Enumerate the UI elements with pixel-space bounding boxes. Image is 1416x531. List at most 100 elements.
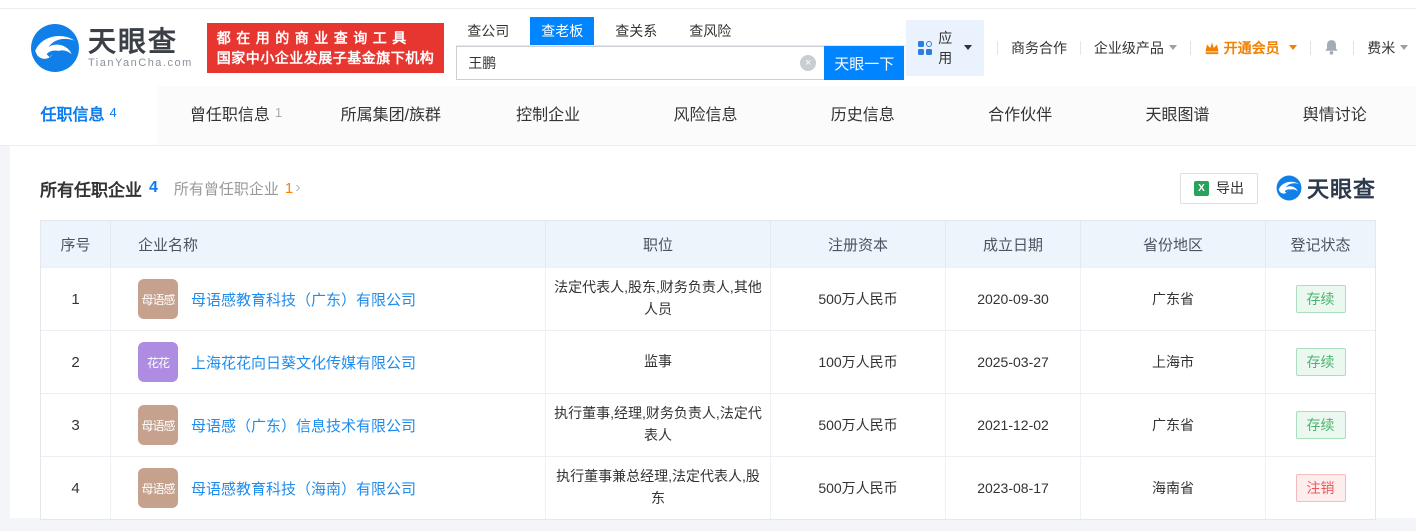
cell-company: 母语感 母语感（广东）信息技术有限公司 — [111, 394, 546, 456]
position-text: 法定代表人,股东,财务负责人,其他人员 — [554, 279, 762, 317]
crown-icon — [1205, 42, 1219, 54]
page-tabs: 任职信息 4 曾任职信息 1 所属集团/族群 控制企业 风险信息 历史信息 合作伙伴… — [0, 86, 1416, 146]
former-positions-link[interactable]: 所有曾任职企业 1 › — [174, 178, 301, 199]
divider — [1080, 40, 1081, 55]
search-tab[interactable]: 查公司 — [456, 17, 520, 45]
cell-index: 1 — [41, 268, 111, 330]
section-title-count: 4 — [149, 179, 158, 196]
cell-region: 广东省 — [1081, 268, 1266, 330]
chevron-right-icon: › — [295, 179, 301, 196]
chevron-down-icon — [1168, 45, 1177, 50]
username: 费米 — [1367, 39, 1396, 56]
page-tab[interactable]: 任职信息 4 — [0, 86, 158, 145]
company-logo: 母语感 — [138, 405, 178, 445]
column-header: 企业名称 — [111, 221, 546, 267]
table-body: 1 母语感 母语感教育科技（广东）有限公司 法定代表人,股东,财务负责人,其他人… — [41, 267, 1375, 519]
page-tab-label: 风险信息 — [673, 107, 738, 124]
former-positions-count: 1 — [284, 179, 294, 197]
apps-button[interactable]: 应用 — [906, 19, 985, 76]
position-text: 执行董事,经理,财务负责人,法定代表人 — [554, 405, 762, 443]
page-tab[interactable]: 历史信息 — [787, 86, 944, 145]
cell-region: 上海市 — [1081, 331, 1266, 393]
page-tab-label: 天眼图谱 — [1145, 107, 1210, 124]
nav-business-cooperation[interactable]: 商务合作 — [1011, 38, 1067, 58]
brand-text: 天眼查 TianYanCha.com — [88, 25, 193, 69]
position-text: 执行董事兼总经理,法定代表人,股东 — [556, 468, 760, 506]
company-logo: 母语感 — [138, 279, 178, 319]
cell-capital: 500万人民币 — [771, 457, 946, 519]
nav-open-membership[interactable]: 开通会员 — [1204, 38, 1297, 58]
cell-status: 存续 — [1266, 268, 1375, 330]
page-tab[interactable]: 舆情讨论 — [1259, 86, 1416, 145]
nav-enterprise-products-label: 企业级产品 — [1093, 39, 1164, 56]
cell-date: 2023-08-17 — [946, 457, 1081, 519]
cell-status: 存续 — [1266, 394, 1375, 456]
divider — [1189, 40, 1191, 55]
tianyancha-watermark-logo: 天眼查 — [1276, 172, 1376, 204]
column-header: 职位 — [546, 221, 771, 267]
section-title: 所有任职企业 — [40, 180, 142, 200]
status-badge: 存续 — [1295, 285, 1346, 313]
former-positions-label: 所有曾任职企业 — [173, 180, 279, 198]
divider — [1353, 40, 1355, 55]
page-tab-count: 1 — [274, 105, 283, 120]
cell-date: 2021-12-02 — [946, 394, 1081, 456]
table-row: 2 花花 上海花花向日葵文化传媒有限公司 监事 100万人民币 2025-03-… — [41, 330, 1375, 393]
positions-table: 序号 企业名称 职位 注册资本 成立日期 省份地区 登记状态 1 母语感 母语感教育科技（广… — [40, 220, 1376, 520]
header: 天眼查 TianYanCha.com 都在用的商业查询工具 国家中小企业发展子基… — [0, 9, 1416, 86]
company-link[interactable]: 上海花花向日葵文化传媒有限公司 — [191, 352, 416, 373]
export-button[interactable]: X 导出 — [1179, 172, 1258, 204]
tianyancha-logo-icon — [1276, 175, 1302, 201]
cell-company: 花花 上海花花向日葵文化传媒有限公司 — [111, 331, 546, 393]
table-row: 3 母语感 母语感（广东）信息技术有限公司 执行董事,经理,财务负责人,法定代表… — [41, 393, 1375, 456]
company-logo: 花花 — [138, 342, 178, 382]
brand-subtitle: TianYanCha.com — [88, 56, 193, 69]
page-tab[interactable]: 所属集团/族群 — [315, 86, 472, 145]
company-link[interactable]: 母语感教育科技（海南）有限公司 — [191, 478, 416, 499]
search-box: × — [456, 46, 825, 80]
search-tab[interactable]: 查关系 — [604, 17, 668, 45]
search-button[interactable]: 天眼一下 — [824, 46, 905, 80]
page-tab[interactable]: 曾任职信息 1 — [157, 86, 314, 145]
brand-title: 天眼查 — [88, 25, 179, 57]
cell-index: 4 — [41, 457, 111, 519]
search-tabs: 查公司 查老板 查关系 查风险 — [456, 17, 907, 46]
cell-capital: 100万人民币 — [771, 331, 946, 393]
notification-bell-icon[interactable] — [1323, 39, 1340, 56]
search-row: × 天眼一下 — [456, 46, 906, 80]
brand-logo[interactable]: 天眼查 TianYanCha.com — [30, 23, 193, 73]
table-row: 1 母语感 母语感教育科技（广东）有限公司 法定代表人,股东,财务负责人,其他人… — [41, 267, 1375, 330]
cell-position: 监事 — [546, 331, 771, 393]
table-row: 4 母语感 母语感教育科技（海南）有限公司 执行董事兼总经理,法定代表人,股东 … — [41, 456, 1375, 519]
cell-index: 3 — [41, 394, 111, 456]
nav-enterprise-products[interactable]: 企业级产品 — [1094, 38, 1177, 58]
page-tab-label: 曾任职信息 — [189, 107, 270, 124]
cell-status: 存续 — [1266, 331, 1375, 393]
search-input[interactable] — [456, 46, 825, 80]
search-area: 查公司查老板查关系查风险 × 天眼一下 — [456, 15, 907, 80]
cell-position: 执行董事,经理,财务负责人,法定代表人 — [546, 394, 771, 456]
page-tab[interactable]: 天眼图谱 — [1101, 86, 1258, 145]
user-menu[interactable]: 费米 — [1367, 38, 1409, 58]
column-header: 省份地区 — [1081, 221, 1266, 267]
page-tab-label: 舆情讨论 — [1302, 107, 1367, 124]
company-logo: 母语感 — [138, 468, 178, 508]
cell-date: 2025-03-27 — [946, 331, 1081, 393]
cell-company: 母语感 母语感教育科技（广东）有限公司 — [111, 268, 546, 330]
watermark-logo-text: 天眼查 — [1306, 177, 1376, 202]
header-nav: 应用 商务合作 企业级产品 开通会员 费米 — [906, 19, 1409, 76]
page-tab[interactable]: 合作伙伴 — [944, 86, 1101, 145]
page-tab-label: 任职信息 — [40, 107, 105, 124]
table-header: 序号 企业名称 职位 注册资本 成立日期 省份地区 登记状态 — [41, 221, 1375, 267]
status-badge: 注销 — [1295, 474, 1346, 502]
page-tab[interactable]: 风险信息 — [629, 86, 786, 145]
apps-label: 应用 — [938, 29, 953, 66]
page-tab[interactable]: 控制企业 — [472, 86, 629, 145]
column-header: 成立日期 — [946, 221, 1081, 267]
search-tab[interactable]: 查风险 — [678, 17, 742, 45]
excel-icon: X — [1193, 180, 1209, 196]
company-link[interactable]: 母语感教育科技（广东）有限公司 — [191, 289, 416, 310]
search-tab[interactable]: 查老板 — [530, 17, 595, 45]
tianyancha-logo-icon — [31, 23, 79, 72]
company-link[interactable]: 母语感（广东）信息技术有限公司 — [191, 415, 416, 436]
